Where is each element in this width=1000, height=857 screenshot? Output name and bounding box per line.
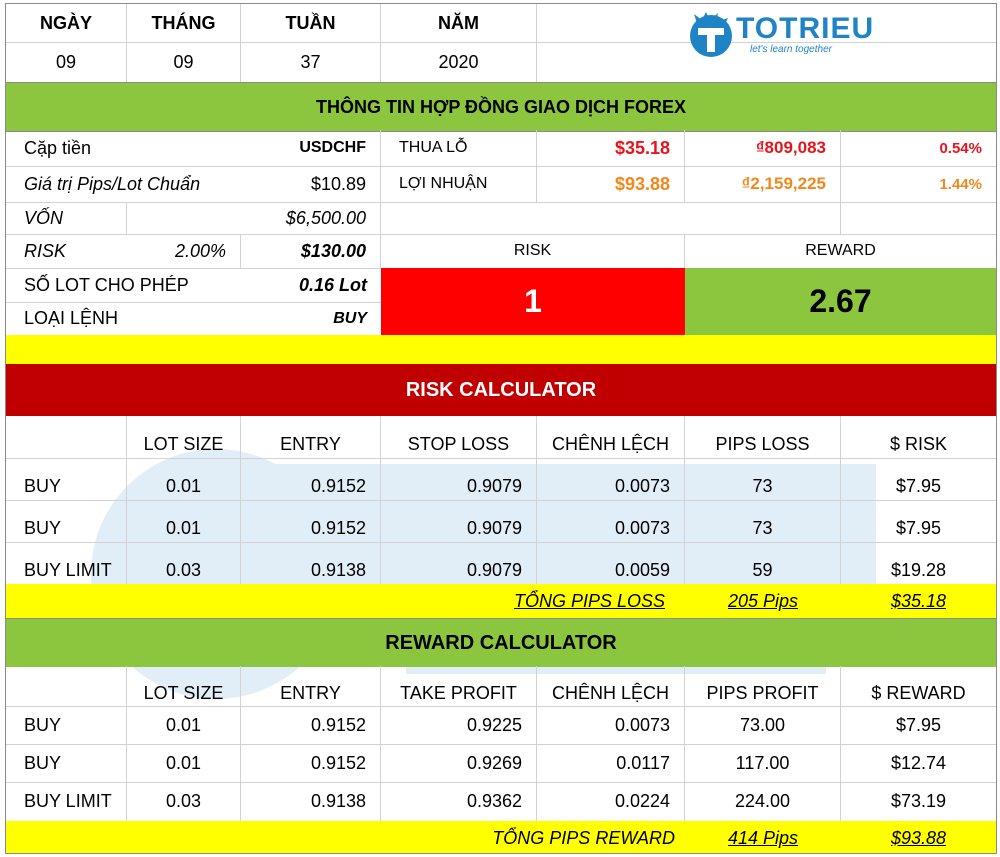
logo-tagline: let's learn together bbox=[750, 43, 832, 55]
risk-value: $130.00 bbox=[241, 234, 381, 268]
month-label: THÁNG bbox=[127, 4, 241, 42]
risk-row: RISK 2.00% $130.00 RISK REWARD bbox=[6, 234, 996, 269]
reward-calc-header: LOT SIZE ENTRY TAKE PROFIT CHÊNH LỆCH PI… bbox=[6, 666, 996, 707]
reward-h-lot: LOT SIZE bbox=[127, 666, 241, 706]
loss-usd: $35.18 bbox=[537, 130, 685, 166]
risk-h-usd: $ RISK bbox=[889, 433, 948, 454]
capital-row: VỐN $6,500.00 bbox=[6, 202, 996, 235]
capital-label: VỐN bbox=[6, 202, 127, 234]
capital-value: $6,500.00 bbox=[127, 202, 381, 234]
logo: TOTRIEU let's learn together bbox=[688, 10, 874, 58]
year-value: 2020 bbox=[381, 42, 537, 82]
reward-total-bar: TỔNG PIPS REWARD 414 Pips $93.88 bbox=[6, 821, 996, 853]
reward-total-pips: 414 Pips bbox=[727, 827, 799, 848]
pip-value: $10.89 bbox=[241, 166, 381, 202]
table-row: BUY 0.01 0.9152 0.9079 0.0073 73 $7.95 bbox=[6, 458, 996, 501]
risk-total-usd: $35.18 bbox=[890, 590, 947, 611]
reward-total-label: TỔNG PIPS REWARD bbox=[492, 827, 675, 848]
reward-h-pips: PIPS PROFIT bbox=[685, 666, 841, 706]
risk-h-lot: LOT SIZE bbox=[127, 416, 241, 458]
risk-total-bar: TỔNG PIPS LOSS 205 Pips $35.18 bbox=[6, 584, 996, 618]
table-row: BUY 0.01 0.9152 0.9269 0.0117 117.00 $12… bbox=[6, 744, 996, 783]
day-label: NGÀY bbox=[6, 4, 127, 42]
reward-calc-title-bar: REWARD CALCULATOR bbox=[6, 618, 996, 667]
month-value: 09 bbox=[127, 42, 241, 82]
risk-total-pips: 205 Pips bbox=[727, 590, 799, 611]
pair-value: USDCHF bbox=[241, 130, 381, 166]
loss-pct: 0.54% bbox=[939, 139, 982, 157]
rr-reward-value: 2.67 bbox=[685, 268, 996, 335]
table-row: BUY LIMIT 0.03 0.9138 0.9079 0.0059 59 $… bbox=[6, 542, 996, 584]
pip-label: Giá trị Pips/Lot Chuẩn bbox=[24, 173, 201, 194]
forex-sheet: NGÀY THÁNG TUẦN NĂM 09 09 37 2020 TOTRIE… bbox=[5, 3, 997, 854]
reward-total-usd: $93.88 bbox=[890, 827, 947, 848]
pair-label: Cặp tiền bbox=[24, 137, 92, 158]
table-row: BUY LIMIT 0.03 0.9138 0.9362 0.0224 224.… bbox=[6, 782, 996, 821]
rr-risk-label: RISK bbox=[381, 234, 685, 268]
spacer-bar bbox=[6, 335, 996, 364]
profit-vnd: ₫2,159,225 bbox=[685, 166, 841, 202]
risk-calc-title: RISK CALCULATOR bbox=[405, 378, 597, 401]
reward-calc-title: REWARD CALCULATOR bbox=[385, 631, 617, 654]
day-value: 09 bbox=[6, 42, 127, 82]
profit-usd: $93.88 bbox=[537, 166, 685, 202]
rr-values-row: 1 2.67 bbox=[6, 268, 996, 335]
risk-pct: 2.00% bbox=[127, 234, 241, 268]
loss-label: THUA LỖ bbox=[381, 130, 537, 166]
table-row: BUY 0.01 0.9152 0.9079 0.0073 73 $7.95 bbox=[6, 500, 996, 543]
contract-title: THÔNG TIN HỢP ĐỒNG GIAO DỊCH FOREX bbox=[315, 96, 687, 117]
risk-h-sl: STOP LOSS bbox=[381, 416, 537, 458]
profit-label: LỢI NHUẬN bbox=[381, 166, 537, 202]
risk-calc-header: LOT SIZE ENTRY STOP LOSS CHÊNH LỆCH PIPS… bbox=[6, 416, 996, 459]
week-value: 37 bbox=[241, 42, 381, 82]
loss-vnd: ₫809,083 bbox=[685, 130, 841, 166]
risk-h-diff: CHÊNH LỆCH bbox=[537, 416, 685, 458]
profit-pct: 1.44% bbox=[939, 175, 982, 193]
pip-row: Giá trị Pips/Lot Chuẩn $10.89 LỢI NHUẬN … bbox=[6, 166, 996, 203]
pair-row: Cặp tiền USDCHF THUA LỖ $35.18 ₫809,083 … bbox=[6, 130, 996, 167]
week-label: TUẦN bbox=[241, 4, 381, 42]
reward-h-entry: ENTRY bbox=[241, 666, 381, 706]
table-row: BUY 0.01 0.9152 0.9225 0.0073 73.00 $7.9… bbox=[6, 706, 996, 745]
rr-risk-value: 1 bbox=[381, 268, 685, 335]
contract-title-bar: THÔNG TIN HỢP ĐỒNG GIAO DỊCH FOREX bbox=[6, 82, 996, 132]
reward-h-diff: CHÊNH LỆCH bbox=[537, 666, 685, 706]
risk-h-entry: ENTRY bbox=[241, 416, 381, 458]
rr-reward-label: REWARD bbox=[805, 242, 876, 259]
totrieu-t-logo-icon bbox=[690, 12, 732, 57]
year-label: NĂM bbox=[381, 4, 537, 42]
risk-total-label: TỔNG PIPS LOSS bbox=[513, 590, 665, 611]
reward-h-tp: TAKE PROFIT bbox=[381, 666, 537, 706]
risk-calc-title-bar: RISK CALCULATOR bbox=[6, 364, 996, 416]
risk-h-pips: PIPS LOSS bbox=[685, 416, 841, 458]
logo-name: TOTRIEU bbox=[736, 11, 875, 45]
reward-h-usd: $ REWARD bbox=[871, 682, 966, 703]
risk-label: RISK bbox=[24, 240, 67, 261]
